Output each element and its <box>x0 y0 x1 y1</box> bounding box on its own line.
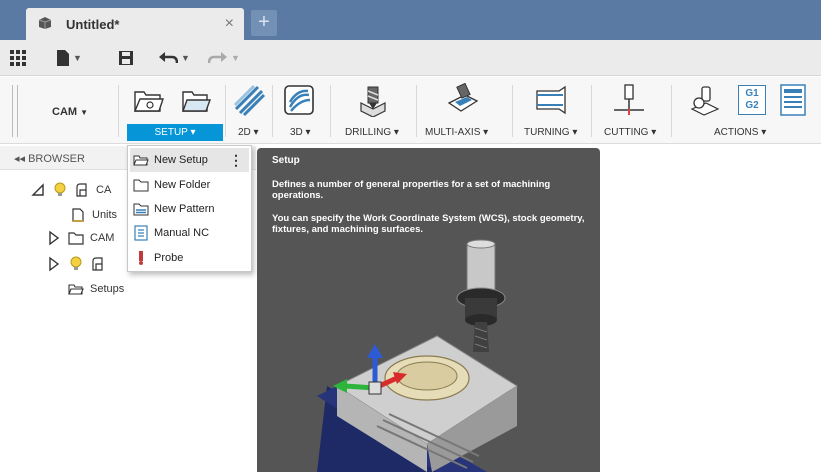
ribbon-divider <box>512 85 513 137</box>
multi-axis-icon[interactable] <box>445 83 479 117</box>
expanded-triangle-icon[interactable] <box>30 182 46 198</box>
post-process-g1g2-button[interactable]: G1 G2 <box>738 85 766 115</box>
menu-item-label: Probe <box>154 252 184 264</box>
turning-icon[interactable] <box>533 83 567 117</box>
menu-item-new-setup[interactable]: New Setup ⋮ <box>130 148 249 172</box>
save-icon <box>119 51 133 65</box>
chevron-down-icon: ▼ <box>231 53 240 63</box>
simulate-icon[interactable] <box>688 83 722 117</box>
menu-item-label: New Pattern <box>154 203 215 215</box>
close-tab-icon[interactable]: × <box>225 15 234 33</box>
cutting-icon[interactable] <box>612 83 646 117</box>
cutting-menu-button[interactable]: CUTTING ▾ <box>604 127 656 138</box>
manual-nc-icon <box>134 225 148 241</box>
document-tab[interactable]: Untitled* × <box>26 8 244 40</box>
tree-label: CA <box>96 184 112 196</box>
2d-toolpath-icon[interactable] <box>232 83 266 117</box>
tree-row-root[interactable]: CA <box>30 180 111 200</box>
file-menu-button[interactable]: ▼ <box>56 48 82 68</box>
workspace-switcher[interactable]: CAM ▼ <box>52 106 88 118</box>
setup-illustration <box>317 236 537 472</box>
chevron-down-icon: ▼ <box>80 108 89 117</box>
undo-icon <box>159 52 178 64</box>
drilling-menu-button[interactable]: DRILLING ▾ <box>345 127 399 138</box>
drilling-icon[interactable] <box>355 83 389 117</box>
redo-button[interactable]: ▼ <box>208 48 240 68</box>
ribbon-grip <box>12 85 13 137</box>
turning-menu-button[interactable]: TURNING ▾ <box>524 127 577 138</box>
probe-icon <box>139 251 143 265</box>
new-setup-icon <box>133 155 149 166</box>
ribbon-grip <box>17 85 18 137</box>
folder-icon <box>68 232 84 245</box>
3d-toolpath-icon[interactable] <box>282 83 316 117</box>
collapsed-triangle-icon[interactable] <box>46 256 62 272</box>
menu-item-label: Manual NC <box>154 227 210 239</box>
menu-item-label: New Folder <box>154 179 211 191</box>
g1-text: G1 <box>745 88 759 99</box>
tree-row-cam[interactable]: CAM <box>46 228 114 248</box>
cam-root-icon <box>76 183 87 197</box>
tree-label: CAM <box>90 232 115 244</box>
redo-icon <box>208 52 227 64</box>
setups-icon <box>68 284 84 295</box>
menu-item-new-pattern[interactable]: New Pattern <box>130 197 249 221</box>
tree-row-component[interactable] <box>46 254 112 274</box>
tooltip-description: Defines a number of general properties f… <box>272 179 551 201</box>
new-setup-icon[interactable] <box>132 83 166 117</box>
chevron-down-icon: ▼ <box>181 53 190 63</box>
pattern-icon <box>133 203 149 216</box>
lightbulb-icon[interactable] <box>52 182 68 198</box>
new-tab-button[interactable]: + <box>251 10 277 36</box>
document-icon <box>72 208 84 222</box>
menu-item-new-folder[interactable]: New Folder <box>130 173 249 197</box>
setup-menu-button[interactable]: SETUP ▾ <box>127 124 223 141</box>
tree-label: Units <box>92 209 118 221</box>
workspace-label: CAM <box>52 106 78 118</box>
tooltip-details: You can specify the Work Coordinate Syst… <box>272 213 585 235</box>
menu-item-label: New Setup <box>154 154 208 166</box>
undo-button[interactable]: ▼ <box>158 48 190 68</box>
document-tab-title: Untitled* <box>66 17 120 32</box>
browser-title: ◂◂ BROWSER <box>14 153 85 165</box>
file-icon <box>57 50 69 66</box>
multi-axis-menu-button[interactable]: MULTI-AXIS ▾ <box>425 127 488 138</box>
tooltip-title: Setup <box>272 155 300 166</box>
collapsed-triangle-icon[interactable] <box>46 230 62 246</box>
document-cube-icon <box>38 17 52 29</box>
new-folder-icon[interactable] <box>178 83 212 117</box>
setup-dropdown-menu: New Setup ⋮ New Folder New Pattern Manua… <box>127 145 252 272</box>
ribbon-divider <box>591 85 592 137</box>
2d-menu-button[interactable]: 2D ▾ <box>238 127 259 138</box>
component-icon <box>92 257 103 271</box>
lightbulb-icon[interactable] <box>68 256 84 272</box>
app-grid-button[interactable] <box>10 48 26 68</box>
toolbar-ribbon: CAM ▼ SETUP ▾ 2D ▾ 3D ▾ DRILLING ▾ MULTI… <box>0 77 821 144</box>
tree-row-units[interactable]: Units <box>70 205 117 225</box>
more-options-icon[interactable]: ⋮ <box>229 152 243 169</box>
menu-item-manual-nc[interactable]: Manual NC <box>130 221 249 245</box>
setup-tooltip: Setup Defines a number of general proper… <box>257 148 600 472</box>
quick-access-toolbar: ▼ ▼ ▼ <box>0 40 821 76</box>
ribbon-divider <box>671 85 672 137</box>
setup-sheet-icon[interactable] <box>780 83 806 117</box>
3d-menu-button[interactable]: 3D ▾ <box>290 127 311 138</box>
ribbon-divider <box>118 85 119 137</box>
ribbon-divider <box>330 85 331 137</box>
actions-menu-button[interactable]: ACTIONS ▾ <box>714 127 766 138</box>
ribbon-divider <box>225 85 226 137</box>
ribbon-divider <box>416 85 417 137</box>
tree-row-setups[interactable]: Setups <box>68 279 124 299</box>
folder-icon <box>133 179 149 192</box>
tree-label: Setups <box>90 283 125 295</box>
g2-text: G2 <box>745 100 759 111</box>
ribbon-divider <box>272 85 273 137</box>
menu-item-probe[interactable]: Probe <box>130 246 249 270</box>
save-button[interactable] <box>118 48 134 68</box>
grid-icon <box>10 50 26 66</box>
document-tab-bar: Untitled* × + <box>0 0 821 40</box>
chevron-down-icon: ▼ <box>73 53 82 63</box>
